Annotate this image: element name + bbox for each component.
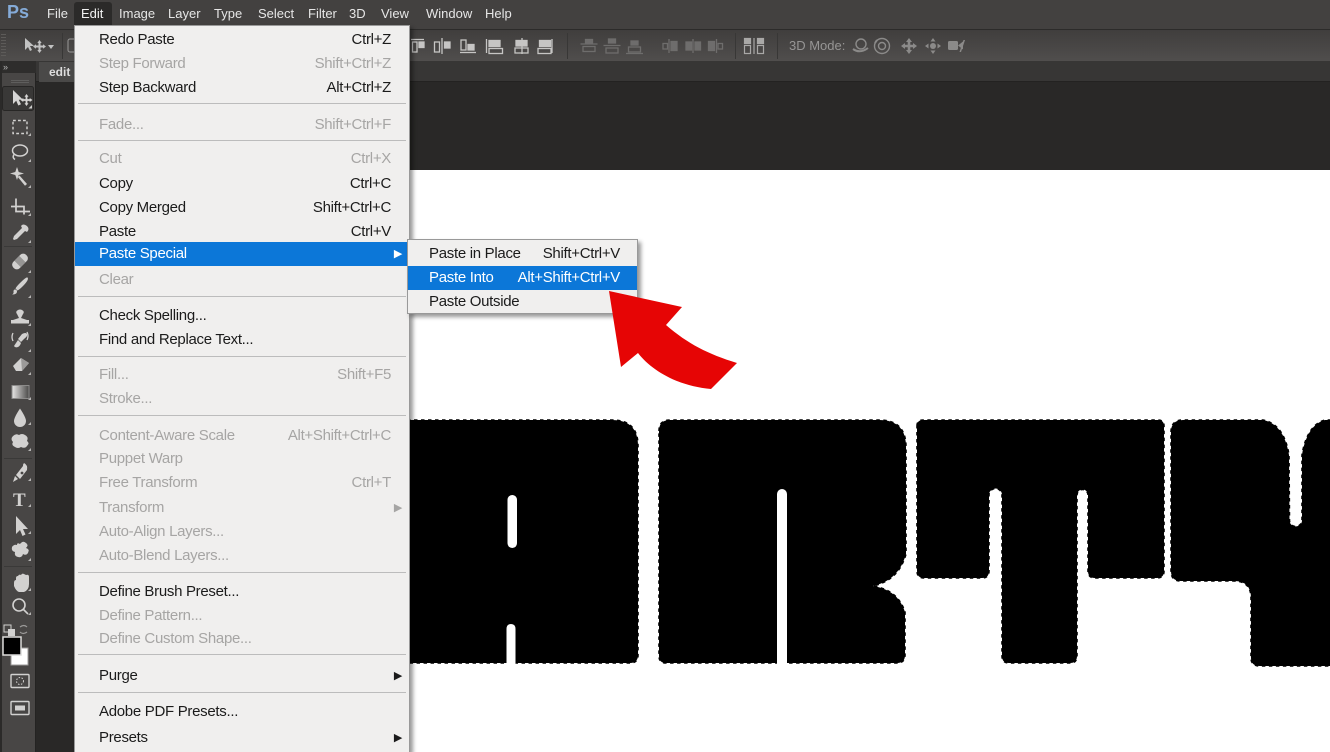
svg-text:3D Mode:: 3D Mode: — [789, 38, 845, 53]
svg-text:T: T — [13, 490, 26, 511]
